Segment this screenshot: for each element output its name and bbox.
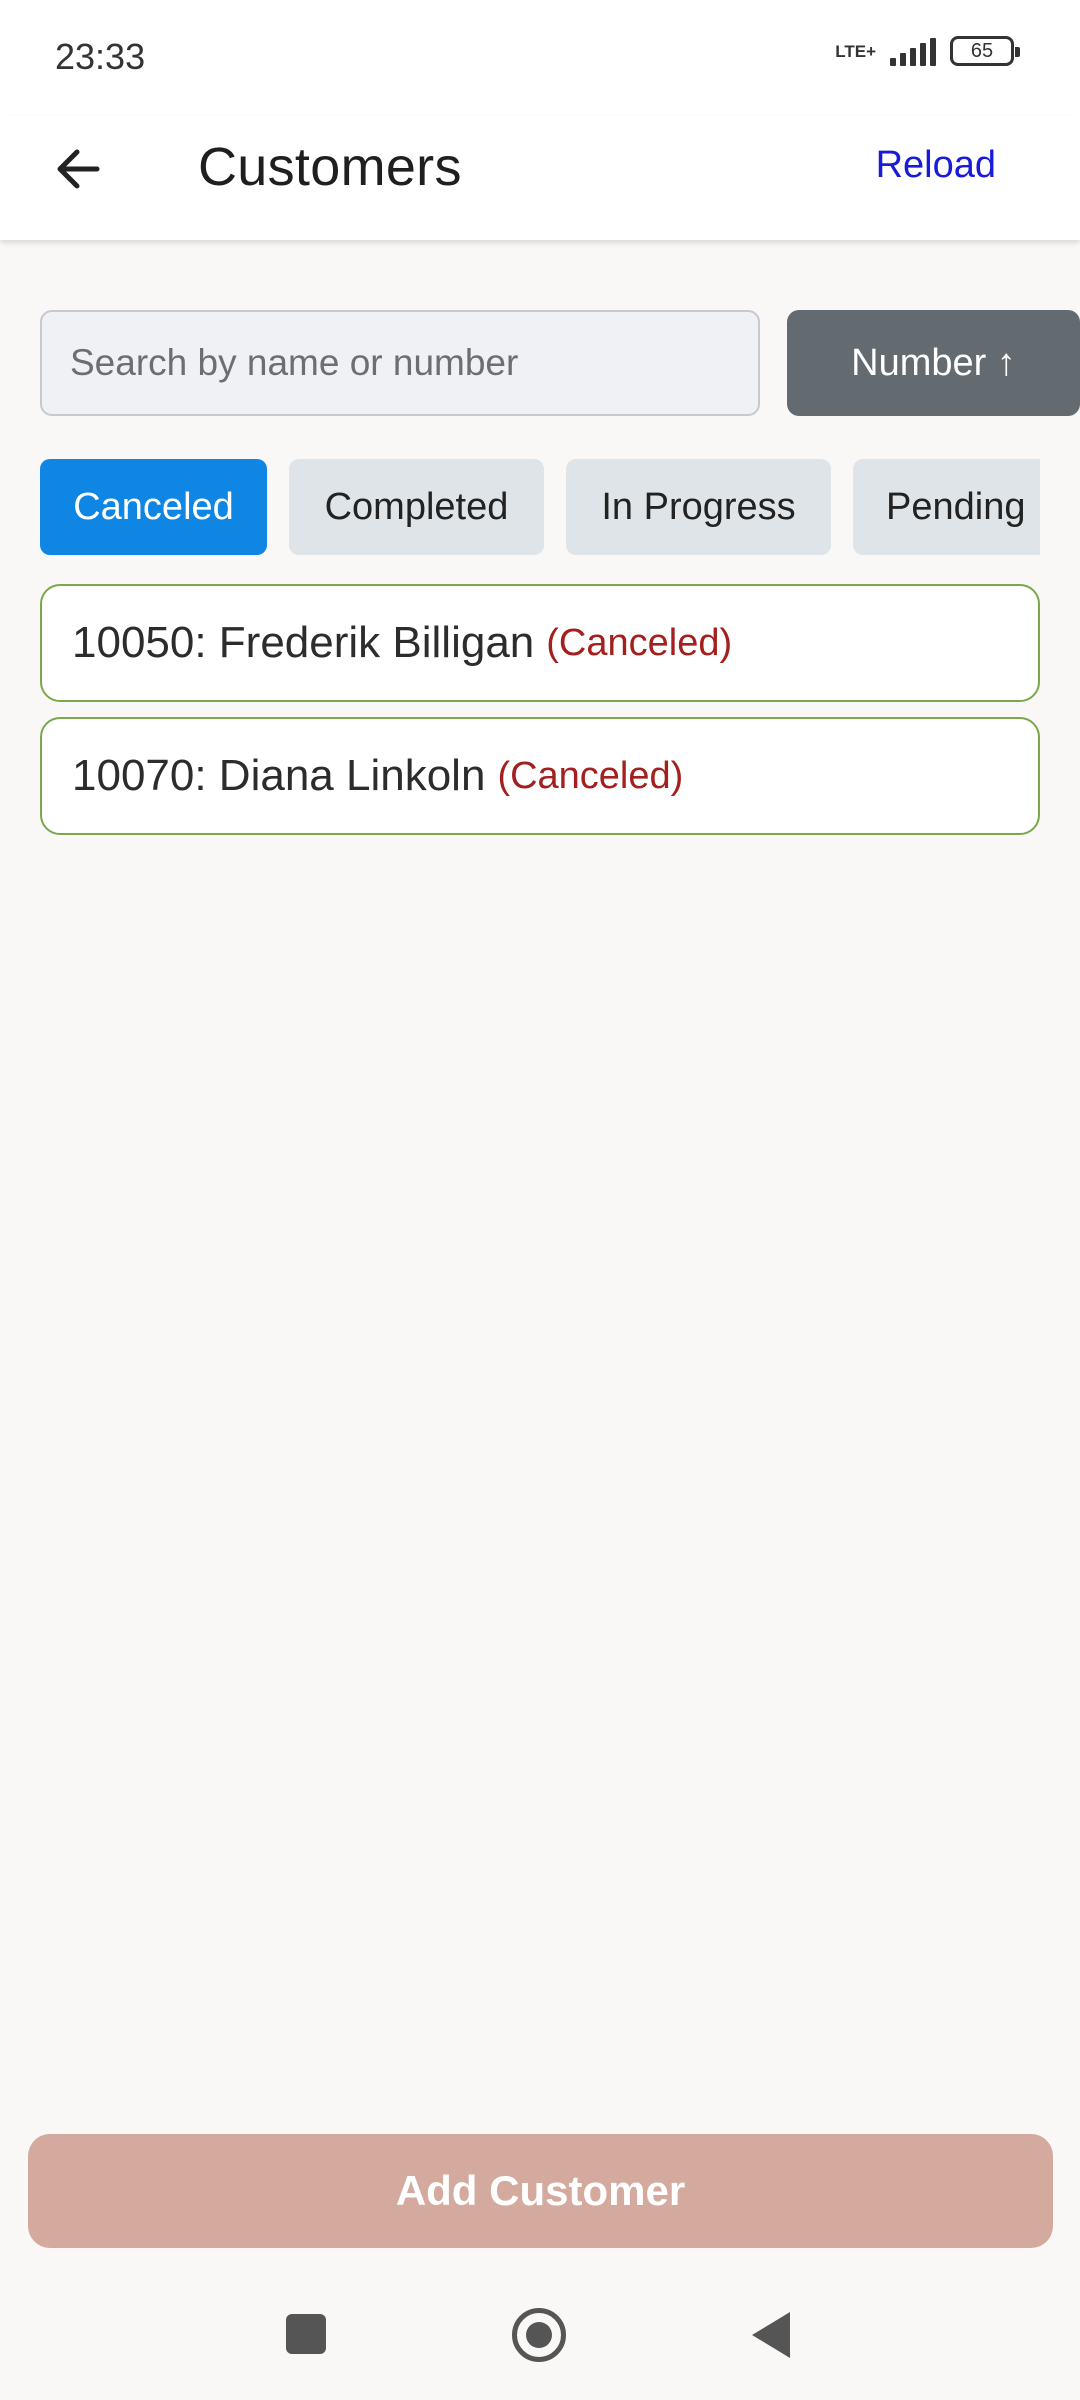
battery-icon: 65	[950, 36, 1020, 66]
status-filter-chips: Canceled Completed In Progress Pending	[40, 459, 1040, 555]
status-time: 23:33	[55, 36, 146, 77]
customer-status: (Canceled)	[546, 621, 733, 664]
customer-list-item[interactable]: 10050: Frederik Billigan (Canceled)	[40, 584, 1040, 702]
page-title: Customers	[198, 137, 462, 197]
signal-strength-icon	[890, 36, 936, 66]
filter-chip-completed[interactable]: Completed	[289, 459, 544, 555]
system-navigation-bar	[0, 2280, 1080, 2400]
customer-list-item[interactable]: 10070: Diana Linkoln (Canceled)	[40, 717, 1040, 835]
network-type-label: LTE+	[835, 41, 876, 61]
status-bar: 23:33 LTE+ 65	[0, 0, 1080, 116]
add-customer-button[interactable]: Add Customer	[28, 2134, 1053, 2248]
battery-level: 65	[970, 39, 994, 62]
back-triangle-icon[interactable]	[752, 2312, 790, 2358]
arrow-left-icon[interactable]	[45, 136, 111, 202]
recent-apps-icon[interactable]	[286, 2314, 326, 2354]
status-icons: LTE+ 65	[835, 36, 1020, 66]
customer-number-name: 10070: Diana Linkoln	[72, 751, 486, 800]
search-input[interactable]	[40, 310, 760, 416]
filter-chip-canceled[interactable]: Canceled	[40, 459, 267, 555]
customer-status: (Canceled)	[497, 754, 684, 797]
filter-chip-pending[interactable]: Pending	[853, 459, 1040, 555]
search-row: Number ↑	[40, 310, 1080, 416]
app-bar: Customers Reload	[0, 116, 1080, 240]
filter-chip-in-progress[interactable]: In Progress	[566, 459, 831, 555]
reload-button[interactable]: Reload	[876, 144, 996, 187]
sort-button[interactable]: Number ↑	[787, 310, 1080, 416]
customer-number-name: 10050: Frederik Billigan	[72, 618, 535, 667]
home-icon[interactable]	[512, 2308, 566, 2362]
